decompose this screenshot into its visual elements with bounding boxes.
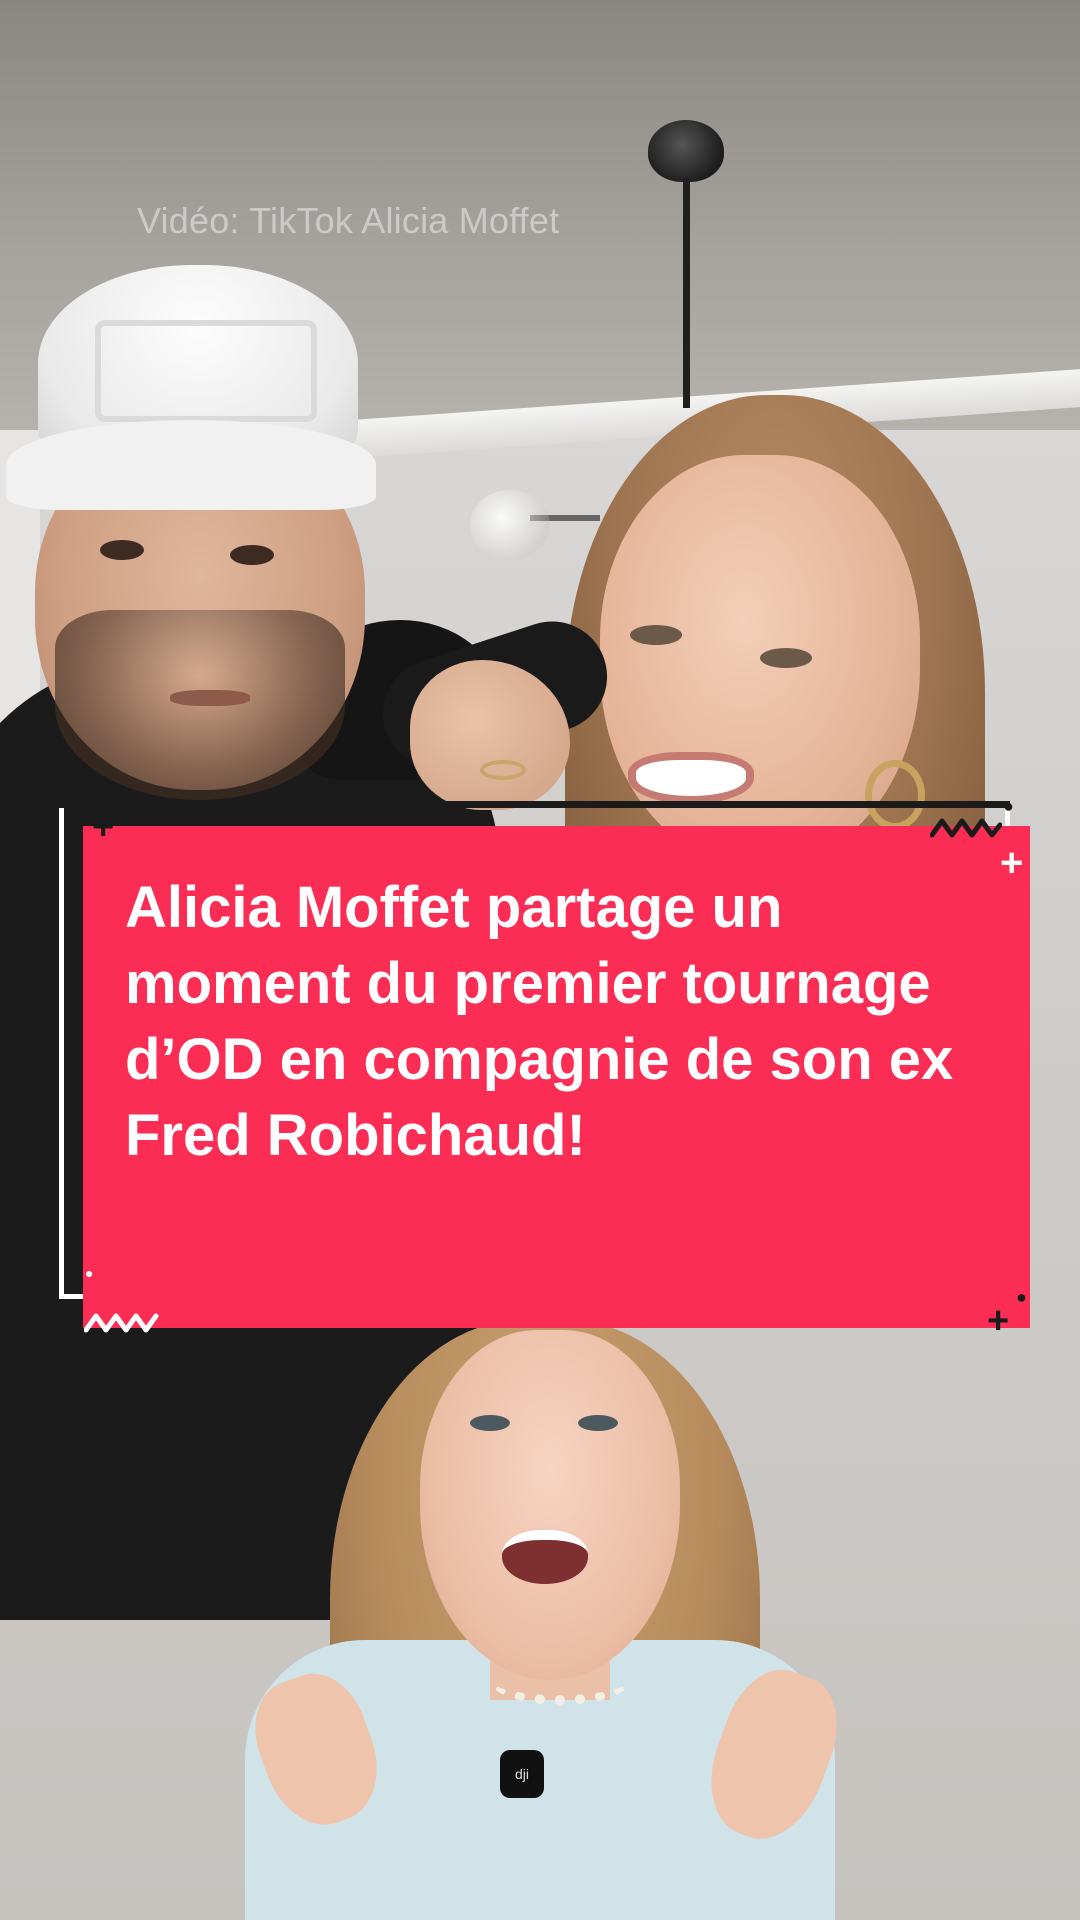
plus-sparkle-icon: + [987,1300,1010,1342]
pendant-light-icon [648,120,724,182]
dot-icon: ● [1016,1287,1027,1307]
light-bulb [470,490,550,560]
lavalier-mic-icon: dji [500,1750,544,1798]
presenter-left-eye [470,1415,510,1431]
presenter-mouth [502,1530,588,1584]
presenter-right-eye [578,1415,618,1431]
man-left-eye [100,540,144,560]
shell-necklace [490,1655,630,1705]
man-right-eye [230,545,274,565]
plus-sparkle-icon: + [92,806,115,848]
woman-left-eye [630,625,682,645]
dot-icon: ● [1003,796,1014,816]
pendant-rod [683,178,690,408]
video-frame[interactable]: Vidéo: TikTok Alicia Moffet dji Alicia M… [0,0,1080,1920]
zigzag-icon [930,818,1002,838]
zigzag-icon [84,1313,159,1333]
woman-right-eye [760,648,812,668]
cap-logo [95,320,317,422]
woman-mouth [628,752,754,804]
dot-icon: ● [85,1265,94,1281]
card-top-border [59,801,1010,808]
video-source-watermark: Vidéo: TikTok Alicia Moffet [137,200,560,241]
ring [480,760,526,780]
presenter-face [420,1330,680,1680]
man-mouth [170,690,250,706]
cap-brim [6,420,376,510]
plus-sparkle-icon: + [1000,841,1024,885]
headline-text: Alicia Moffet partage un moment du premi… [125,875,954,1168]
